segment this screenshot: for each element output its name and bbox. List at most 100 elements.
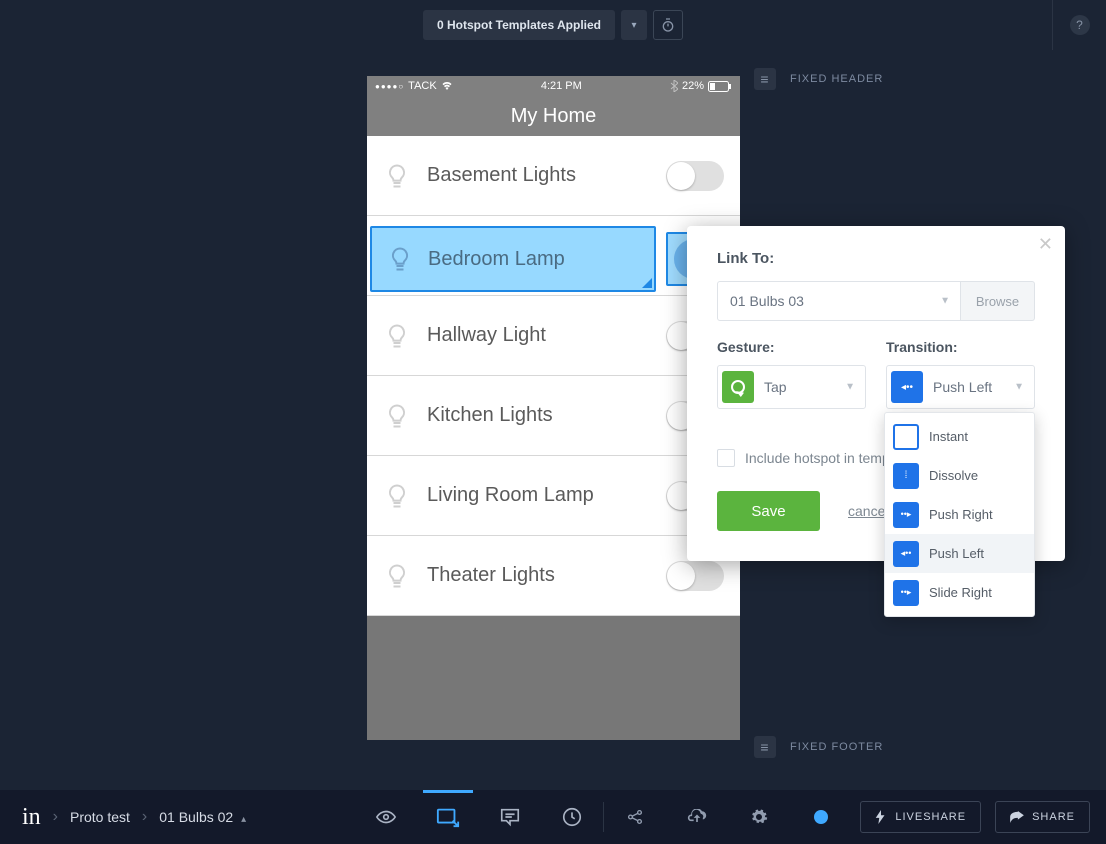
- bulb-icon: [383, 402, 411, 430]
- chevron-down-icon: ▼: [1014, 382, 1024, 393]
- bulb-icon: [386, 245, 414, 273]
- gesture-select[interactable]: Tap ▼: [717, 365, 866, 409]
- bulb-icon: [383, 162, 411, 190]
- option-label: Slide Right: [929, 585, 992, 600]
- transition-select[interactable]: ◂•• Push Left ▼: [886, 365, 1035, 409]
- list-item[interactable]: Basement Lights: [367, 136, 740, 216]
- linkto-select[interactable]: 01 Bulbs 03 ▼: [717, 281, 961, 321]
- bluetooth-icon: [670, 80, 678, 92]
- share-network-icon[interactable]: [604, 790, 666, 844]
- close-icon[interactable]: ✕: [1038, 234, 1053, 255]
- share-button[interactable]: SHARE: [995, 801, 1090, 833]
- push-left-icon: ◂••: [893, 541, 919, 567]
- wifi-icon: [441, 81, 453, 91]
- settings-icon[interactable]: [728, 790, 790, 844]
- hotspot-label: Bedroom Lamp: [428, 248, 565, 271]
- battery-icon: [708, 81, 732, 92]
- list-item-label: Living Room Lamp: [427, 484, 650, 507]
- instant-icon: [893, 424, 919, 450]
- chevron-right-icon: ›: [53, 808, 58, 826]
- status-time: 4:21 PM: [541, 80, 582, 92]
- comment-mode-button[interactable]: [479, 790, 541, 844]
- phone-mock: ●●●●○ TACK 4:21 PM 22% My Home Basement …: [367, 76, 740, 740]
- carrier-label: TACK: [408, 80, 437, 92]
- screen-name: 01 Bulbs 02: [159, 809, 233, 825]
- fixed-header-region[interactable]: ≡ FIXED HEADER: [754, 68, 883, 90]
- screen-title: My Home: [367, 96, 740, 136]
- hotspot-overlay: Bedroom Lamp: [370, 226, 737, 296]
- lights-list: Basement Lights Bedroom Lamp Hallway Lig…: [367, 136, 740, 616]
- signal-dots-icon: ●●●●○: [375, 82, 404, 91]
- list-item-label: Basement Lights: [427, 164, 650, 187]
- transition-dropdown: Instant ⁞ Dissolve ••▸ Push Right ◂•• Pu…: [884, 412, 1035, 617]
- list-item[interactable]: Hallway Light: [367, 296, 740, 376]
- transition-option-dissolve[interactable]: ⁞ Dissolve: [885, 456, 1034, 495]
- option-label: Push Right: [929, 507, 993, 522]
- hotspot-templates-pill[interactable]: 0 Hotspot Templates Applied: [423, 10, 615, 40]
- chevron-up-icon: ▴: [241, 814, 246, 825]
- resize-handle-icon[interactable]: [642, 278, 652, 288]
- push-right-icon: ••▸: [893, 502, 919, 528]
- fixed-footer-label: FIXED FOOTER: [790, 741, 883, 753]
- toggle-switch[interactable]: [666, 561, 724, 591]
- bulb-icon: [383, 482, 411, 510]
- bulb-icon: [383, 322, 411, 350]
- list-item-label: Hallway Light: [427, 324, 650, 347]
- liveshare-label: LIVESHARE: [895, 811, 966, 823]
- timer-button[interactable]: [653, 10, 683, 40]
- browse-button[interactable]: Browse: [961, 281, 1035, 321]
- tap-gesture-icon: [722, 371, 754, 403]
- help-area: ?: [1052, 0, 1106, 50]
- presence-indicator[interactable]: [790, 790, 852, 844]
- transition-option-slide-right[interactable]: ••▸ Slide Right: [885, 573, 1034, 612]
- cloud-upload-icon[interactable]: [666, 790, 728, 844]
- chevron-down-icon: ▼: [845, 382, 855, 393]
- chevron-right-icon: ›: [142, 808, 147, 826]
- bottom-bar: in › Proto test › 01 Bulbs 02 ▴: [0, 790, 1106, 844]
- status-bar: ●●●●○ TACK 4:21 PM 22%: [367, 76, 740, 96]
- option-label: Dissolve: [929, 468, 978, 483]
- save-button[interactable]: Save: [717, 491, 820, 531]
- linkto-value: 01 Bulbs 03: [730, 293, 804, 309]
- push-left-icon: ◂••: [891, 371, 923, 403]
- top-bar: 0 Hotspot Templates Applied ▾ ?: [0, 0, 1106, 50]
- transition-option-instant[interactable]: Instant: [885, 417, 1034, 456]
- list-item-label: Theater Lights: [427, 564, 650, 587]
- gesture-heading: Gesture:: [717, 339, 866, 355]
- fixed-header-label: FIXED HEADER: [790, 73, 883, 85]
- option-label: Push Left: [929, 546, 984, 561]
- dissolve-icon: ⁞: [893, 463, 919, 489]
- list-item[interactable]: Kitchen Lights: [367, 376, 740, 456]
- slide-right-icon: ••▸: [893, 580, 919, 606]
- breadcrumb-project[interactable]: Proto test: [70, 809, 130, 825]
- phone-blank-area: [367, 616, 740, 740]
- history-mode-button[interactable]: [541, 790, 603, 844]
- hotspot-templates-caret[interactable]: ▾: [621, 10, 647, 40]
- list-item[interactable]: Living Room Lamp: [367, 456, 740, 536]
- build-mode-button[interactable]: [417, 790, 479, 844]
- transition-heading: Transition:: [886, 339, 1035, 355]
- toggle-switch[interactable]: [666, 161, 724, 191]
- transition-value: Push Left: [933, 379, 992, 395]
- list-item[interactable]: Theater Lights: [367, 536, 740, 616]
- cancel-button[interactable]: cancel: [848, 503, 888, 519]
- hotspot-rect-bedroom-lamp[interactable]: Bedroom Lamp: [370, 226, 656, 292]
- share-label: SHARE: [1032, 811, 1075, 823]
- chevron-down-icon: ▼: [940, 296, 950, 307]
- option-label: Instant: [929, 429, 968, 444]
- drag-icon: ≡: [754, 68, 776, 90]
- list-item-label: Kitchen Lights: [427, 404, 650, 427]
- transition-option-push-right[interactable]: ••▸ Push Right: [885, 495, 1034, 534]
- include-in-template-checkbox[interactable]: [717, 449, 735, 467]
- preview-mode-button[interactable]: [355, 790, 417, 844]
- transition-option-push-left[interactable]: ◂•• Push Left: [885, 534, 1034, 573]
- linkto-heading: Link To:: [717, 250, 1035, 267]
- help-button[interactable]: ?: [1070, 15, 1090, 35]
- fixed-footer-region[interactable]: ≡ FIXED FOOTER: [754, 736, 883, 758]
- battery-percent: 22%: [682, 80, 704, 92]
- breadcrumb-screen[interactable]: 01 Bulbs 02 ▴: [159, 809, 246, 825]
- invision-logo[interactable]: in: [22, 804, 41, 831]
- gesture-value: Tap: [764, 379, 787, 395]
- liveshare-button[interactable]: LIVESHARE: [860, 801, 981, 833]
- bulb-icon: [383, 562, 411, 590]
